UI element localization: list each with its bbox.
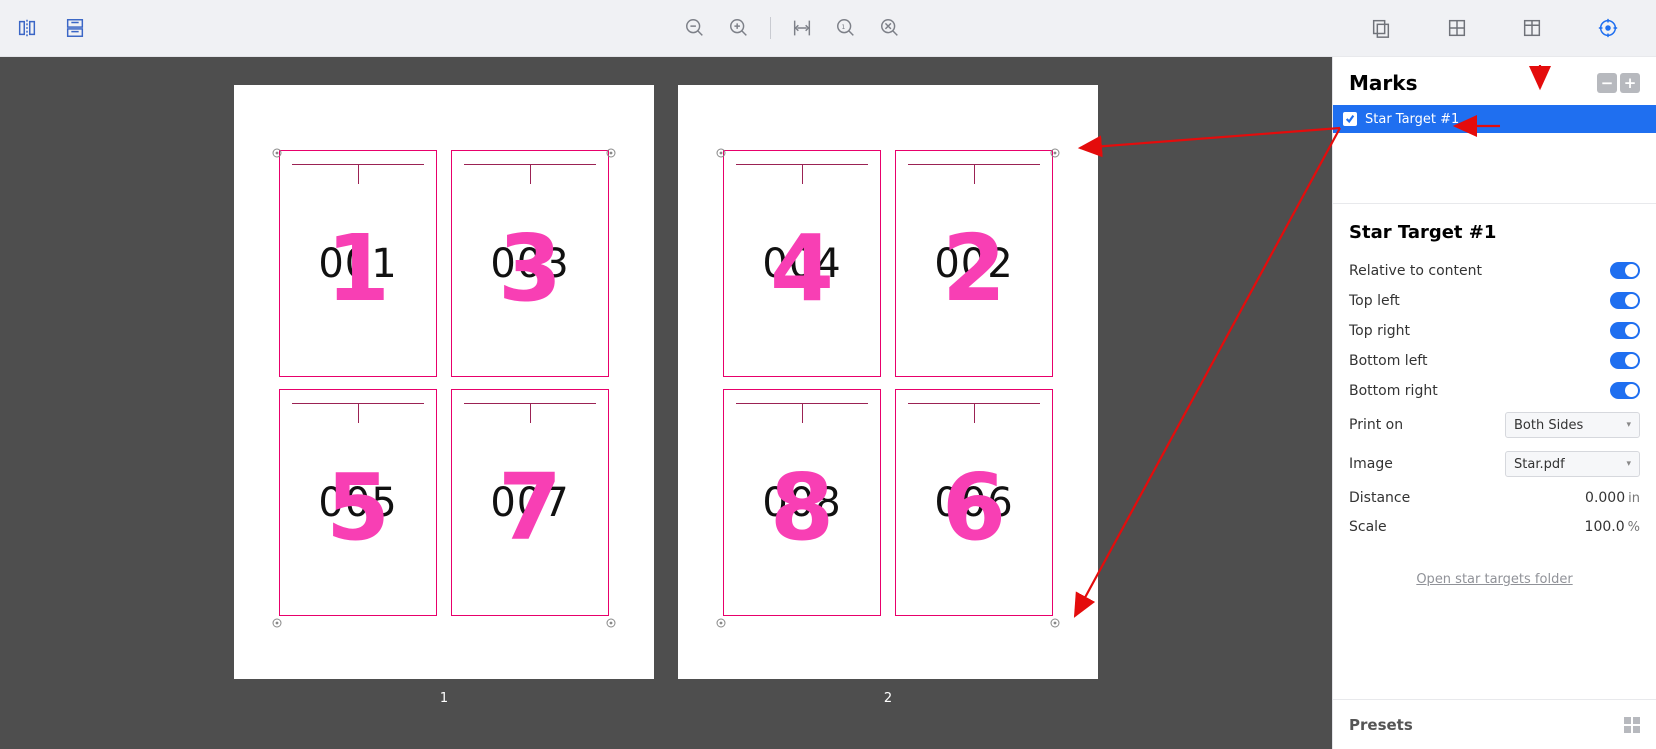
toggle-label: Top right	[1349, 323, 1410, 339]
toggle-row: Top left	[1349, 292, 1640, 309]
toolbar-separator	[770, 17, 771, 39]
imposition-cell: 2 002	[895, 150, 1053, 377]
tab-grid-icon[interactable]	[1444, 15, 1470, 41]
registration-mark	[716, 143, 726, 153]
toggle-switch[interactable]	[1610, 382, 1640, 399]
page-order: 6	[942, 453, 1006, 560]
page-order: 3	[498, 214, 562, 321]
distance-row: Distance 0.000in	[1349, 490, 1640, 506]
open-folder-link[interactable]: Open star targets folder	[1349, 572, 1640, 587]
registration-mark	[606, 143, 616, 153]
toggle-label: Bottom right	[1349, 383, 1438, 399]
imposition-cell: 5 005	[279, 389, 437, 616]
toggle-switch[interactable]	[1610, 262, 1640, 279]
registration-mark	[272, 143, 282, 153]
toggle-row: Relative to content	[1349, 262, 1640, 279]
tab-pages-icon[interactable]	[1368, 15, 1394, 41]
image-label: Image	[1349, 456, 1393, 472]
scale-label: Scale	[1349, 519, 1387, 535]
canvas-area[interactable]: 1 001 3 003 5 005 7 007 1 4 004 2 002 8 0…	[0, 57, 1332, 749]
scale-value[interactable]: 100.0	[1585, 519, 1625, 535]
zoom-actual-icon[interactable]: 1	[833, 15, 859, 41]
sheet-number: 2	[884, 691, 892, 706]
tab-columns-icon[interactable]	[1519, 15, 1545, 41]
sheet: 1 001 3 003 5 005 7 007 1	[234, 85, 654, 679]
presets-grid-icon[interactable]	[1624, 717, 1640, 733]
mark-properties: Star Target #1 Relative to content Top l…	[1333, 203, 1656, 597]
print-on-row: Print on Both Sides▾	[1349, 412, 1640, 438]
fit-width-icon[interactable]	[789, 15, 815, 41]
image-row: Image Star.pdf▾	[1349, 451, 1640, 477]
toggle-label: Bottom left	[1349, 353, 1427, 369]
duplex-icon[interactable]	[62, 15, 88, 41]
registration-mark	[716, 613, 726, 623]
zoom-reset-icon[interactable]	[877, 15, 903, 41]
toggle-row: Top right	[1349, 322, 1640, 339]
registration-mark	[1050, 613, 1060, 623]
page-order: 7	[498, 453, 562, 560]
sheet-number: 1	[440, 691, 448, 706]
page-order: 2	[942, 214, 1006, 321]
toggle-switch[interactable]	[1610, 322, 1640, 339]
add-mark-button[interactable]: +	[1620, 73, 1640, 93]
zoom-in-icon[interactable]	[726, 15, 752, 41]
marks-title: Marks	[1349, 71, 1417, 95]
registration-mark	[606, 613, 616, 623]
page-order: 5	[326, 453, 390, 560]
imposition-cell: 6 006	[895, 389, 1053, 616]
imposition-cell: 8 008	[723, 389, 881, 616]
imposition-cell: 7 007	[451, 389, 609, 616]
sheet: 4 004 2 002 8 008 6 006 2	[678, 85, 1098, 679]
toggle-label: Relative to content	[1349, 263, 1482, 279]
imposition-cell: 3 003	[451, 150, 609, 377]
mirror-icon[interactable]	[14, 15, 40, 41]
toggle-switch[interactable]	[1610, 352, 1640, 369]
zoom-out-icon[interactable]	[682, 15, 708, 41]
toggle-label: Top left	[1349, 293, 1400, 309]
registration-mark	[1050, 143, 1060, 153]
registration-mark	[272, 613, 282, 623]
distance-value[interactable]: 0.000	[1585, 490, 1625, 506]
mark-checkbox[interactable]	[1343, 112, 1357, 126]
remove-mark-button[interactable]: −	[1597, 73, 1617, 93]
distance-label: Distance	[1349, 490, 1410, 506]
toggle-switch[interactable]	[1610, 292, 1640, 309]
toggle-row: Bottom right	[1349, 382, 1640, 399]
mark-item-label: Star Target #1	[1365, 112, 1459, 127]
tab-marks-icon[interactable]	[1595, 15, 1621, 41]
presets-row[interactable]: Presets	[1333, 699, 1656, 749]
properties-title: Star Target #1	[1349, 222, 1640, 243]
print-on-select[interactable]: Both Sides▾	[1505, 412, 1640, 438]
print-on-label: Print on	[1349, 417, 1403, 433]
imposition-cell: 4 004	[723, 150, 881, 377]
toggle-row: Bottom left	[1349, 352, 1640, 369]
mark-list-item[interactable]: Star Target #1	[1333, 105, 1656, 133]
presets-label: Presets	[1349, 716, 1413, 734]
page-order: 1	[326, 214, 390, 321]
scale-row: Scale 100.0%	[1349, 519, 1640, 535]
image-select[interactable]: Star.pdf▾	[1505, 451, 1640, 477]
panel-tab-strip	[1333, 0, 1656, 57]
marks-header: Marks − +	[1333, 57, 1656, 105]
imposition-cell: 1 001	[279, 150, 437, 377]
page-order: 4	[770, 214, 834, 321]
right-panel: Marks − + Star Target #1 Star Target #1 …	[1332, 57, 1656, 749]
svg-text:1: 1	[841, 23, 845, 31]
page-order: 8	[770, 453, 834, 560]
